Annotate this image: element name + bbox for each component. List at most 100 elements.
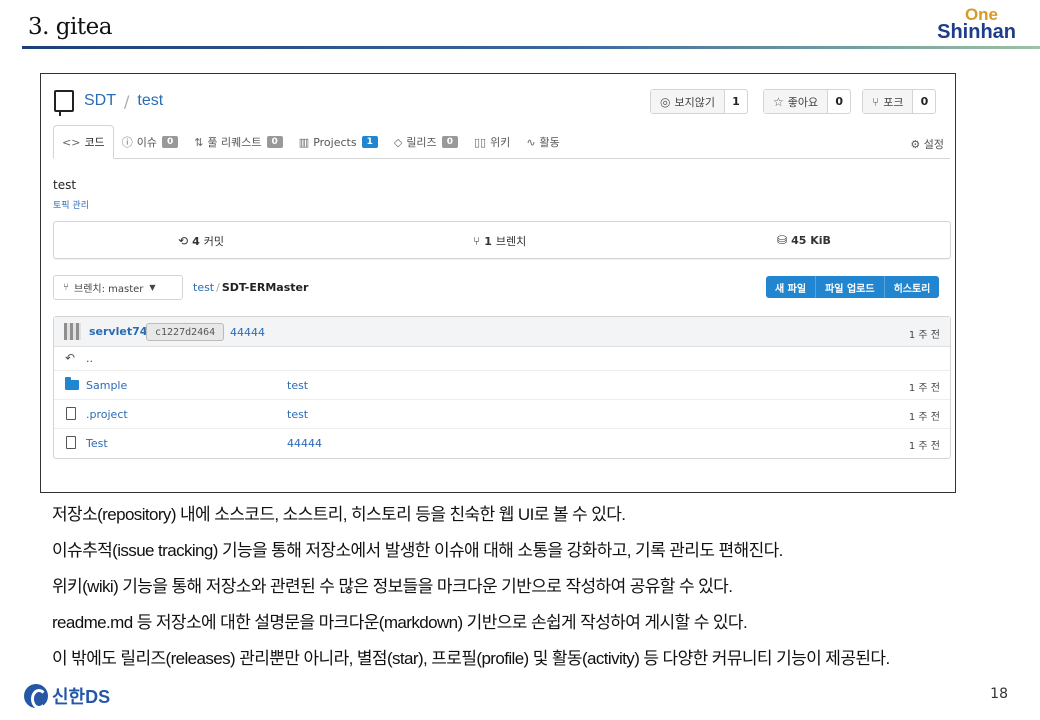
branches-count: 1 [484,234,492,248]
issues-count-badge: 0 [161,136,179,148]
star-count[interactable]: 0 [828,90,850,113]
commit-message-link[interactable]: 44444 [230,326,265,339]
feature-item: 이 밖에도 릴리즈(releases) 관리뿐만 아니라, 별점(star), … [52,649,890,668]
tab-label: 이슈 [136,136,157,149]
pulse-icon: ∿ [526,135,536,149]
watch-count[interactable]: 1 [725,90,747,113]
file-age: 1 주 전 [908,441,940,452]
fork-count[interactable]: 0 [913,90,935,113]
commits-label: 커밋 [203,235,224,248]
feature-item: 저장소(repository) 내에 소스코드, 소스트리, 히스토리 등을 친… [52,505,626,524]
upload-file-button[interactable]: 파일 업로드 [816,276,885,298]
pull-requests-count-badge: 0 [266,136,283,148]
tab-label: 코드 [84,136,105,149]
breadcrumb-root[interactable]: test [193,281,214,294]
page-number: 18 [990,686,1008,702]
breadcrumb: test / SDT-ERMaster [193,281,308,294]
file-actions: 새 파일 파일 업로드 히스토리 [766,276,940,298]
file-name-link[interactable]: Test [86,437,108,450]
caret-down-icon: ▼ [149,283,156,292]
watch-button[interactable]: ◎ 보지않기 1 [650,89,748,114]
tab-label: 릴리즈 [406,136,437,149]
feature-item: 이슈추적(issue tracking) 기능을 통해 저장소에서 발생한 이슈… [52,541,783,560]
repo-owner-link[interactable]: SDT [84,92,116,110]
star-icon: ☆ [773,94,784,109]
tab-activity[interactable]: ∿ 활동 [518,126,567,158]
tab-label: 풀 리퀘스트 [207,136,262,149]
file-name-link[interactable]: .project [86,408,128,421]
repo-header: SDT / test [54,90,163,116]
project-icon: ▥ [298,135,310,149]
watch-label: 보지않기 [674,95,715,109]
branches-label: 브렌치 [495,235,527,248]
commits-stat[interactable]: ⟲ 4 커밋 [178,233,224,249]
book-icon: ▯▯ [473,135,487,149]
file-name-link[interactable]: Sample [86,379,127,392]
file-icon [66,436,76,449]
tab-label: 활동 [539,136,560,149]
issue-icon: ⓘ [121,136,133,149]
branch-icon: ⑂ [63,282,69,293]
footer-logo: 신한DS [24,683,110,709]
commits-count: 4 [192,234,200,248]
breadcrumb-separator: / [216,281,220,294]
footer-logo-text: 신한DS [52,687,111,707]
feature-item: 위키(wiki) 기능을 통해 저장소와 관련된 수 많은 정보들을 마크다운 … [52,577,733,596]
tab-pull-requests[interactable]: ⇅ 풀 리퀘스트 0 [186,126,291,158]
logo-shinhan-text: Shinhan [937,21,1016,43]
shinhan-logo-icon [24,684,48,709]
history-icon: ⟲ [178,234,189,248]
feature-item: readme.md 등 저장소에 대한 설명문을 마크다운(markdown) … [52,613,748,632]
tab-releases[interactable]: ◇ 릴리즈 0 [386,126,466,158]
star-button[interactable]: ☆ 좋아요 0 [763,89,852,114]
tab-label: Projects [313,135,357,149]
table-row[interactable]: .project test 1 주 전 [54,400,950,429]
repo-path-separator: / [124,91,130,111]
tab-settings[interactable]: ⚙ 설정 [910,136,944,152]
releases-count-badge: 0 [441,136,458,148]
repo-stats-bar: ⟲ 4 커밋 ⑂ 1 브렌치 ⛁ 45 KiB [53,221,951,259]
file-commit-link[interactable]: 44444 [287,437,322,450]
commit-sha-button[interactable]: c1227d2464 [146,323,225,341]
size-stat: ⛁ 45 KiB [777,233,835,247]
branches-stat[interactable]: ⑂ 1 브렌치 [473,233,526,249]
repo-size: 45 KiB [791,233,831,247]
repo-tabs: <> 코드 ⓘ 이슈 0 ⇅ 풀 리퀘스트 0 ▥ Projects 1 ◇ 릴… [53,125,950,159]
fork-button[interactable]: ⑂ 포크 0 [862,89,937,114]
file-age: 1 주 전 [908,383,940,394]
folder-icon [65,377,79,390]
avatar [64,323,81,340]
branch-icon: ⑂ [473,234,481,248]
fork-label: 포크 [883,95,904,109]
tab-issues[interactable]: ⓘ 이슈 0 [114,126,187,158]
table-row[interactable]: Test 44444 1 주 전 [54,429,950,458]
title-divider [22,46,1040,49]
parent-directory-row[interactable]: ↶ .. [54,347,950,371]
branch-dropdown[interactable]: ⑂ 브렌치: master ▼ [53,275,183,300]
breadcrumb-current: SDT-ERMaster [221,281,309,294]
slide-title: 3. gitea [28,14,112,40]
new-file-button[interactable]: 새 파일 [766,276,817,298]
commit-author-link[interactable]: servlet74 [89,325,147,338]
latest-commit-row: servlet74 c1227d2464 44444 1 주 전 [54,317,950,347]
file-commit-link[interactable]: test [287,379,308,392]
tab-wiki[interactable]: ▯▯ 위키 [466,126,518,158]
file-list: servlet74 c1227d2464 44444 1 주 전 ↶ .. Sa… [53,316,951,459]
tab-label: 위키 [490,136,511,149]
branch-dropdown-label: 브렌치: master [74,284,144,295]
tab-projects[interactable]: ▥ Projects 1 [291,126,386,158]
gitea-screenshot: SDT / test ◎ 보지않기 1 ☆ 좋아요 0 ⑂ 포크 0 <> 코드 ⓘ … [40,73,956,493]
manage-topics-link[interactable]: 토픽 관리 [53,198,89,211]
parent-directory-link[interactable]: .. [86,352,93,365]
settings-label: 설정 [923,138,944,151]
eye-slash-icon: ◎ [660,94,671,109]
tag-icon: ◇ [393,135,403,149]
table-row[interactable]: Sample test 1 주 전 [54,371,950,400]
star-label: 좋아요 [787,95,819,109]
file-commit-link[interactable]: test [287,408,308,421]
history-button[interactable]: 히스토리 [885,276,940,298]
fork-icon: ⑂ [872,94,880,109]
settings-icon: ⚙ [910,138,921,151]
tab-code[interactable]: <> 코드 [53,125,114,159]
repo-name-link[interactable]: test [137,92,163,110]
